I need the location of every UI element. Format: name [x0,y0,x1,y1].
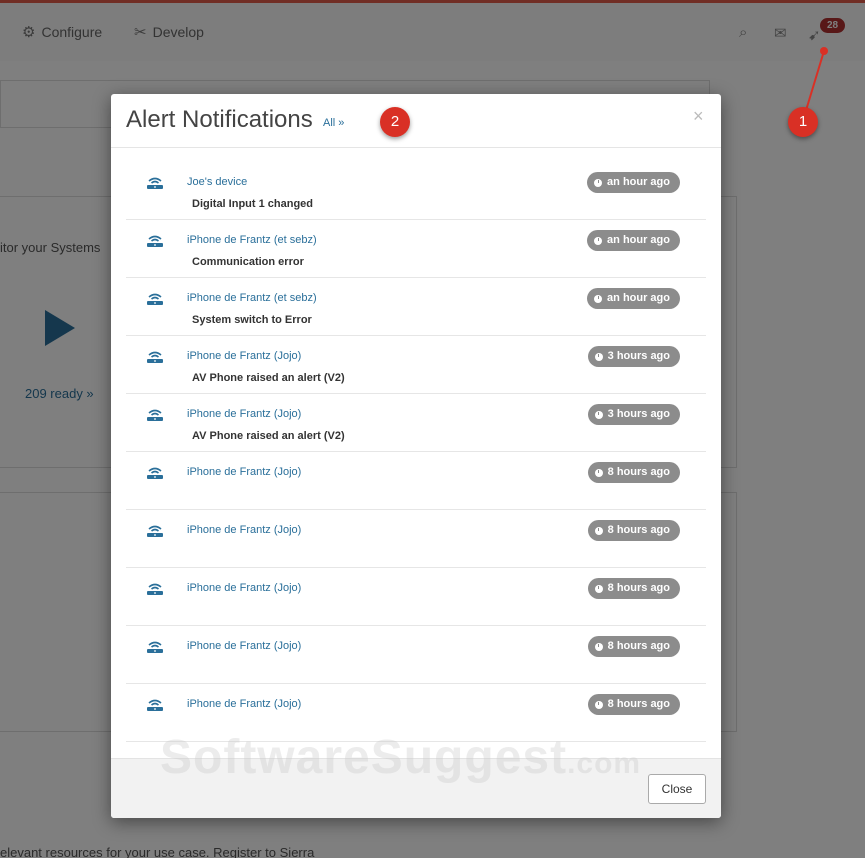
alert-device-link[interactable]: iPhone de Frantz (Jojo) [187,640,301,652]
alert-time-badge: 3 hours ago [587,346,680,367]
alert-time-badge: an hour ago [587,230,680,251]
clock-icon [594,294,603,303]
alert-notifications-modal: Alert Notifications All » × Joe's device… [111,94,721,818]
alert-time-badge: 3 hours ago [587,404,680,425]
alert-time-badge: an hour ago [587,172,680,193]
device-signal-icon [147,293,163,305]
alert-time-text: 3 hours ago [607,408,670,420]
alert-message: System switch to Error [192,314,312,326]
alert-time-text: 8 hours ago [607,466,670,478]
alert-time-text: 8 hours ago [607,582,670,594]
alert-time-badge: 8 hours ago [587,520,680,541]
alert-time-text: 3 hours ago [607,350,670,362]
alert-time-badge: 8 hours ago [587,636,680,657]
device-signal-icon [147,699,163,711]
alert-time-text: 8 hours ago [607,524,670,536]
all-alerts-link[interactable]: All » [323,117,344,129]
alert-row[interactable]: iPhone de Frantz (Jojo) 8 hours ago [126,568,706,626]
alert-time-badge: 8 hours ago [587,462,680,483]
annotation-marker-1: 1 [788,107,818,137]
alert-row[interactable]: iPhone de Frantz (et sebz) System switch… [126,278,706,336]
modal-title: Alert Notifications [126,106,313,133]
alert-device-link[interactable]: iPhone de Frantz (Jojo) [187,698,301,710]
clock-icon [594,236,603,245]
clock-icon [594,178,603,187]
alert-device-link[interactable]: iPhone de Frantz (Jojo) [187,524,301,536]
alert-device-link[interactable]: iPhone de Frantz (et sebz) [187,234,317,246]
alert-time-badge: an hour ago [587,288,680,309]
close-button[interactable]: Close [648,774,706,804]
clock-icon [594,468,603,477]
alert-message: AV Phone raised an alert (V2) [192,430,345,442]
alert-row[interactable]: iPhone de Frantz (Jojo) 8 hours ago [126,452,706,510]
device-signal-icon [147,583,163,595]
watermark-text: SoftwareSuggest [160,731,568,784]
alert-row[interactable]: iPhone de Frantz (et sebz) Communication… [126,220,706,278]
alert-device-link[interactable]: iPhone de Frantz (et sebz) [187,292,317,304]
watermark-logo: SoftwareSuggest.com [160,730,641,785]
alert-time-text: an hour ago [607,292,670,304]
alert-message: Digital Input 1 changed [192,198,314,210]
alert-list: Joe's device Digital Input 1 changed an … [126,162,706,754]
watermark-suffix: .com [567,747,642,780]
alert-row[interactable]: iPhone de Frantz (Jojo) 8 hours ago [126,510,706,568]
device-signal-icon [147,641,163,653]
alert-message: AV Phone raised an alert (V2) [192,372,345,384]
device-signal-icon [147,177,163,189]
clock-icon [594,352,603,361]
clock-icon [594,700,603,709]
alert-time-text: an hour ago [607,176,670,188]
alert-row[interactable]: iPhone de Frantz (Jojo) 8 hours ago [126,626,706,684]
device-signal-icon [147,525,163,537]
alert-time-badge: 8 hours ago [587,578,680,599]
alert-device-link[interactable]: Joe's device [187,176,247,188]
clock-icon [594,410,603,419]
clock-icon [594,642,603,651]
device-signal-icon [147,235,163,247]
alert-message: Communication error [192,256,304,268]
alert-device-link[interactable]: iPhone de Frantz (Jojo) [187,408,301,420]
alert-device-link[interactable]: iPhone de Frantz (Jojo) [187,350,301,362]
device-signal-icon [147,467,163,479]
alert-time-text: an hour ago [607,234,670,246]
alert-device-link[interactable]: iPhone de Frantz (Jojo) [187,466,301,478]
modal-header: Alert Notifications All » × [111,94,721,148]
clock-icon [594,526,603,535]
alert-time-text: 8 hours ago [607,698,670,710]
alert-row[interactable]: iPhone de Frantz (Jojo) AV Phone raised … [126,336,706,394]
device-signal-icon [147,409,163,421]
annotation-marker-2: 2 [380,107,410,137]
device-signal-icon [147,351,163,363]
clock-icon [594,584,603,593]
alert-device-link[interactable]: iPhone de Frantz (Jojo) [187,582,301,594]
alert-time-text: 8 hours ago [607,640,670,652]
close-icon[interactable]: × [693,106,704,127]
alert-row[interactable]: Joe's device Digital Input 1 changed an … [126,162,706,220]
alert-time-badge: 8 hours ago [587,694,680,715]
alert-row[interactable]: iPhone de Frantz (Jojo) AV Phone raised … [126,394,706,452]
